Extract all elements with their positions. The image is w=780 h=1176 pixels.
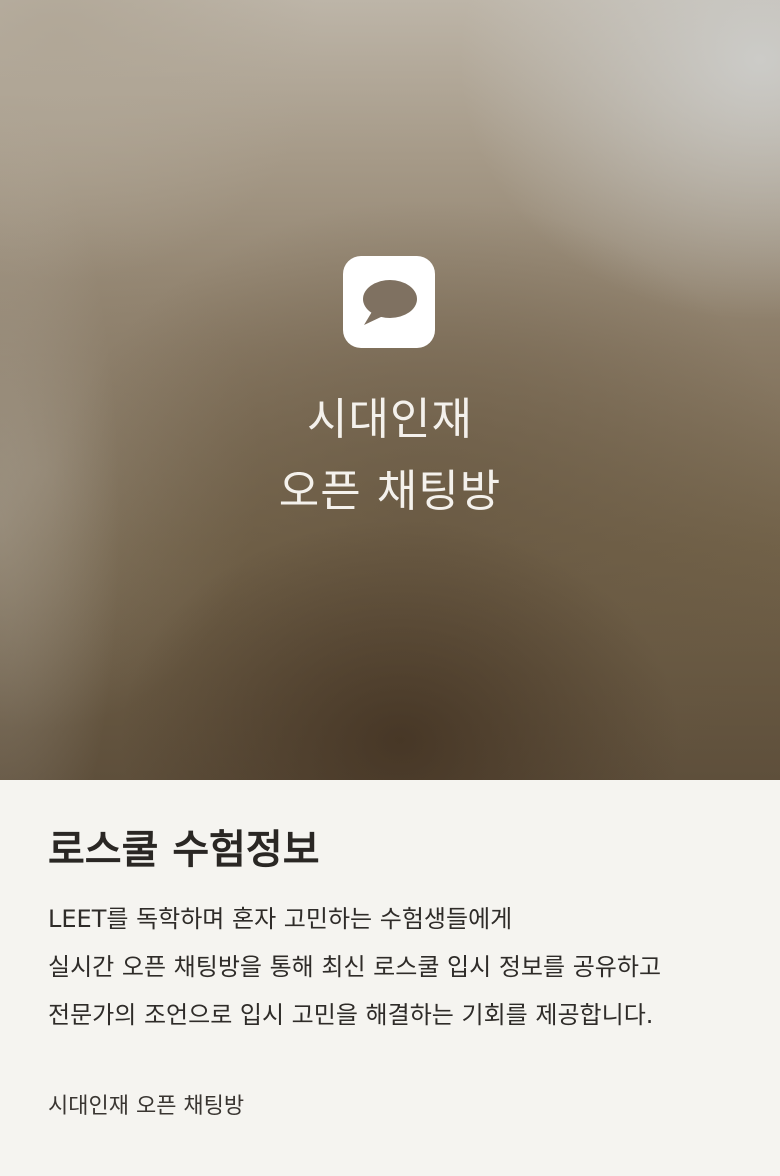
chat-app-icon	[343, 256, 435, 348]
hero-title-line2: 오픈 채팅방	[278, 466, 502, 517]
description-line: 전문가의 조언으로 입시 고민을 해결하는 기회를 제공합니다.	[48, 1001, 654, 1029]
description-line: LEET를 독학하며 혼자 고민하는 수험생들에게	[48, 905, 513, 933]
description-line: 실시간 오픈 채팅방을 통해 최신 로스쿨 입시 정보를 공유하고	[48, 953, 662, 981]
link-preview-card[interactable]: 시대인재 오픈 채팅방 로스쿨 수험정보 LEET를 독학하며 혼자 고민하는 …	[0, 0, 780, 1176]
source-name: 시대인재 오픈 채팅방	[48, 1094, 245, 1119]
chat-bubble-icon	[363, 280, 417, 325]
hero-title-line1: 시대인재	[307, 394, 473, 445]
card-title[interactable]: 로스쿨 수험정보	[48, 830, 320, 870]
hero-image[interactable]: 시대인재 오픈 채팅방	[0, 0, 780, 780]
